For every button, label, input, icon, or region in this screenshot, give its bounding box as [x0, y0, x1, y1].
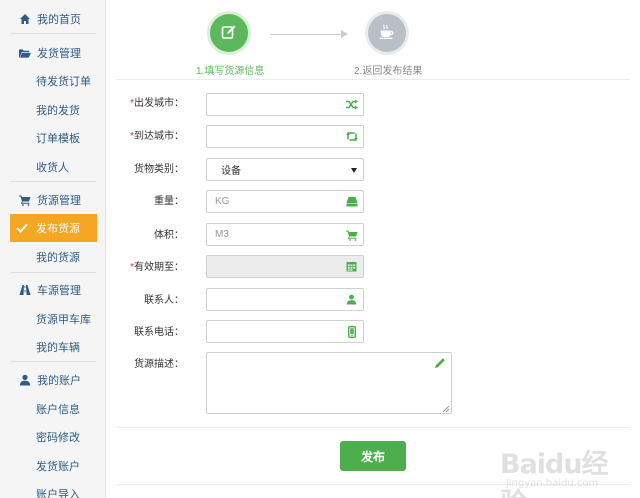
sidebar-item-change-password[interactable]: 密码修改 — [0, 423, 106, 451]
contact-phone-label: 联系电话： — [134, 327, 184, 338]
sidebar-item-my-cargo[interactable]: 我的货源 — [0, 243, 106, 271]
retweet-icon — [345, 130, 358, 143]
chevron-down-icon — [351, 168, 357, 173]
sidebar-divider — [10, 181, 96, 182]
contact-person-label: 联系人： — [144, 295, 184, 306]
publish-button[interactable]: 发布 — [340, 441, 406, 471]
home-icon — [19, 13, 31, 25]
hdd-icon — [345, 195, 358, 208]
baidu-watermark: Baidu经验 jingyan.baidu.com — [500, 438, 630, 498]
sidebar-item-vehicle-pool[interactable]: 货源甲车库 — [0, 305, 106, 333]
sidebar-group-shipping[interactable]: 发货管理 — [0, 39, 106, 67]
sidebar-group-label: 车源管理 — [37, 285, 81, 297]
section-divider — [116, 79, 630, 80]
contact-person-input[interactable] — [206, 288, 364, 311]
destination-city-label: *到达城市： — [130, 131, 184, 142]
cart-icon — [19, 194, 31, 206]
sidebar-group-cargo[interactable]: 货源管理 — [0, 186, 106, 214]
origin-city-input[interactable] — [206, 93, 364, 116]
sidebar-group-label: 我的账户 — [37, 375, 81, 387]
sidebar-item-my-shipments[interactable]: 我的发货 — [0, 96, 106, 124]
cargo-category-label: 货物类别： — [134, 164, 184, 175]
step-1-label: 1.填写货源信息 — [196, 66, 265, 77]
sidebar-divider — [10, 272, 96, 273]
mobile-icon — [345, 325, 358, 338]
check-icon — [16, 222, 28, 234]
step-1-indicator — [210, 14, 248, 52]
cargo-description-textarea[interactable] — [206, 352, 452, 414]
user-icon — [345, 293, 358, 306]
pencil-icon — [434, 357, 447, 370]
cargo-category-select[interactable]: 设备 — [206, 158, 364, 181]
expiry-date-input[interactable] — [206, 255, 364, 278]
road-icon — [19, 284, 31, 296]
coffee-icon — [378, 24, 396, 43]
section-divider — [116, 427, 630, 428]
sidebar-group-label: 发货管理 — [37, 48, 81, 60]
sidebar: 我的首页 发货管理 待发货订单 我的发货 订单模板 收货人 货源管理 发布货源 … — [0, 0, 106, 498]
watermark-url: jingyan.baidu.com — [506, 478, 599, 489]
watermark-text: Baidu经验 — [500, 449, 609, 498]
sidebar-item-label: 我的首页 — [37, 14, 81, 26]
sidebar-group-label: 货源管理 — [37, 195, 81, 207]
sidebar-item-consignees[interactable]: 收货人 — [0, 153, 106, 181]
sidebar-item-account-import[interactable]: 账户导入 — [0, 480, 106, 498]
sidebar-item-account-info[interactable]: 账户信息 — [0, 395, 106, 423]
sidebar-divider — [10, 361, 96, 362]
resize-handle-icon[interactable] — [442, 404, 450, 413]
sidebar-item-order-templates[interactable]: 订单模板 — [0, 124, 106, 152]
sidebar-item-home[interactable]: 我的首页 — [0, 5, 106, 33]
edit-icon — [221, 24, 237, 43]
sidebar-group-account[interactable]: 我的账户 — [0, 366, 106, 394]
sidebar-group-vehicle[interactable]: 车源管理 — [0, 276, 106, 304]
sidebar-item-shipping-account[interactable]: 发货账户 — [0, 452, 106, 480]
sidebar-item-pending-orders[interactable]: 待发货订单 — [0, 67, 106, 95]
expiry-date-label: *有效期至： — [130, 262, 184, 273]
origin-city-label: *出发城市： — [130, 98, 184, 109]
shuffle-icon — [345, 98, 358, 111]
contact-phone-input[interactable] — [206, 320, 364, 343]
step-connector-line — [270, 34, 342, 35]
sidebar-item-label: 发布货源 — [36, 223, 80, 235]
volume-input[interactable]: M3 — [206, 223, 364, 246]
step-2-indicator — [368, 14, 406, 52]
folder-open-icon — [19, 47, 31, 59]
cargo-description-label: 货源描述： — [134, 359, 184, 370]
step-2-label: 2.返回发布结果 — [354, 66, 423, 77]
sidebar-item-publish-cargo[interactable]: 发布货源 — [10, 214, 97, 242]
volume-label: 体积： — [154, 230, 184, 241]
weight-label: 重量： — [154, 196, 184, 207]
step-connector-arrow — [341, 30, 348, 38]
sidebar-item-my-vehicles[interactable]: 我的车辆 — [0, 333, 106, 361]
destination-city-input[interactable] — [206, 125, 364, 148]
calendar-icon — [345, 260, 358, 273]
weight-input[interactable]: KG — [206, 190, 364, 213]
user-icon — [19, 374, 31, 386]
cart-icon — [345, 228, 358, 241]
sidebar-divider — [10, 33, 96, 34]
